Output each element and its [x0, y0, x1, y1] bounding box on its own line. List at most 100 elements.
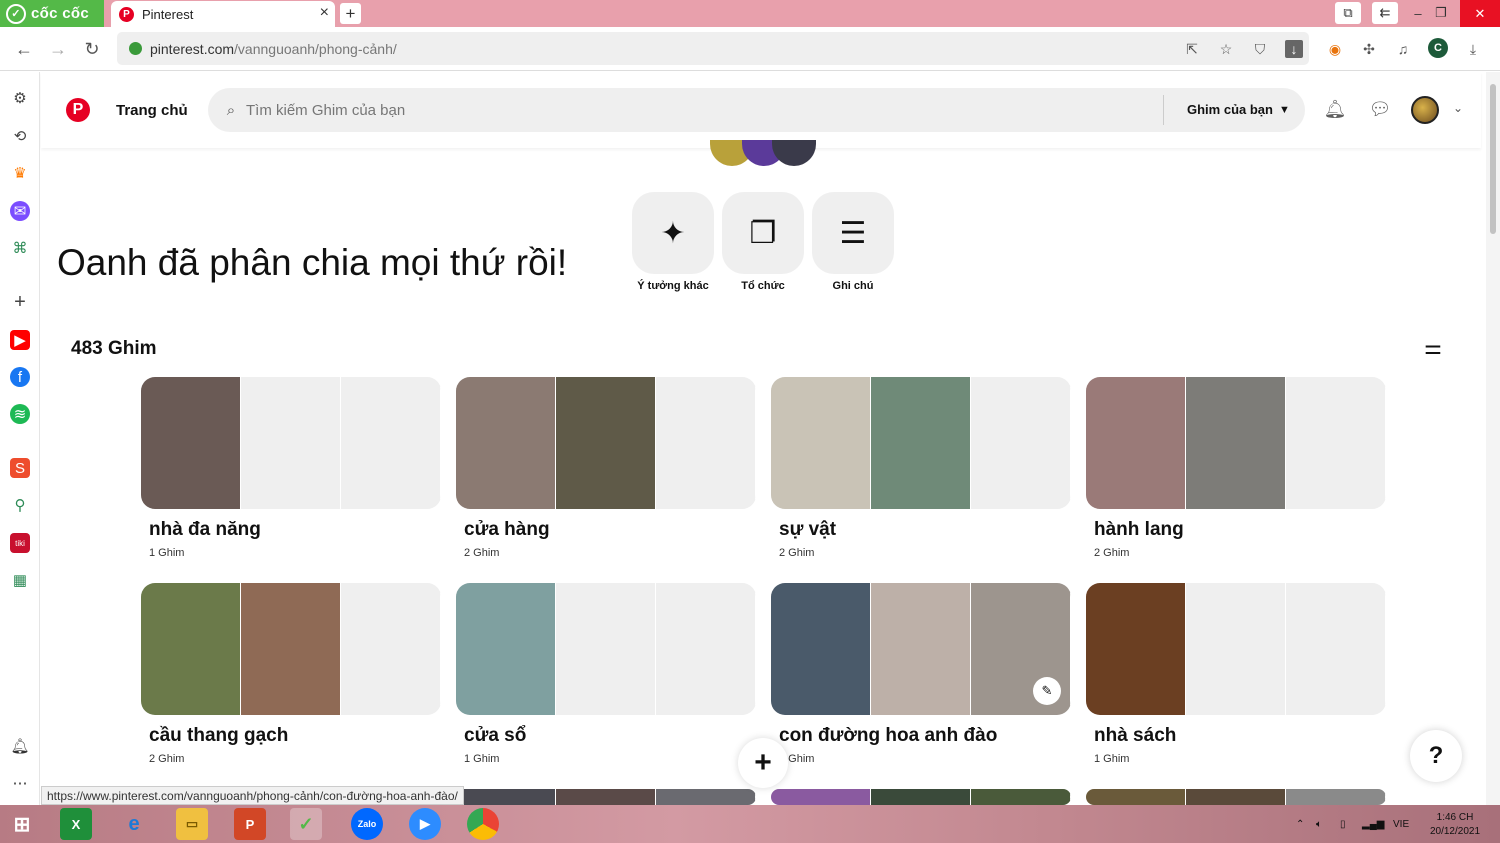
- edge-app-icon[interactable]: e: [118, 808, 150, 840]
- tab-title: Pinterest: [142, 6, 194, 22]
- section-card[interactable]: [771, 789, 1071, 805]
- home-link[interactable]: Trang chủ: [116, 102, 188, 119]
- section-card[interactable]: cửa sổ 1 Ghim: [456, 583, 756, 765]
- extension-coccoc-icon[interactable]: ◉: [1324, 38, 1346, 60]
- clock-time: 1:46 CH: [1436, 812, 1474, 823]
- downloads-icon[interactable]: ⤓: [1462, 38, 1484, 60]
- section-pin-count: 1 Ghim: [1094, 753, 1130, 765]
- excel-app-icon[interactable]: X: [60, 808, 92, 840]
- input-language[interactable]: VIE: [1393, 819, 1409, 830]
- user-avatar[interactable]: [1411, 96, 1439, 124]
- add-sidebar-item-icon[interactable]: +: [10, 291, 30, 313]
- volume-icon[interactable]: 🔈︎: [1316, 819, 1322, 830]
- battery-icon[interactable]: ▯: [1340, 819, 1346, 830]
- status-bar-url: https://www.pinterest.com/vannguoanh/pho…: [41, 786, 464, 805]
- section-card[interactable]: nhà đa năng 1 Ghim: [141, 377, 441, 559]
- notes-icon: ☰: [812, 192, 894, 274]
- address-bar[interactable]: pinterest.com/vannguoanh/phong-cảnh/ ⇱ ☆…: [117, 32, 1309, 65]
- settings-gear-icon[interactable]: ⚙: [10, 88, 30, 108]
- windows-start-icon[interactable]: ⊞: [6, 808, 38, 840]
- taskbar-clock[interactable]: 1:46 CH 20/12/2021: [1420, 811, 1490, 839]
- edit-pencil-icon[interactable]: ✎: [1033, 677, 1061, 705]
- section-pin-count: 3 Ghim: [779, 753, 815, 765]
- coccoc-app-icon[interactable]: ✓: [290, 808, 322, 840]
- cover-image: [971, 789, 1071, 805]
- search-input[interactable]: [246, 101, 1126, 119]
- section-title: nhà đa năng: [149, 519, 261, 540]
- tiki-icon[interactable]: tiki: [10, 533, 30, 553]
- cover-image: [456, 789, 556, 805]
- section-title: cửa sổ: [464, 725, 527, 746]
- cover-image: [141, 377, 241, 509]
- bookmark-star-icon[interactable]: ☆: [1217, 40, 1235, 58]
- tray-expand-icon[interactable]: ⌃: [1296, 819, 1304, 830]
- section-card[interactable]: hành lang 2 Ghim: [1086, 377, 1386, 559]
- coccoc-menu-button[interactable]: ✓ cốc cốc: [0, 0, 104, 27]
- pinterest-favicon-icon: P: [119, 6, 134, 22]
- cover-image: [456, 583, 556, 715]
- chrome-app-icon[interactable]: [467, 808, 499, 840]
- profile-avatar[interactable]: C: [1428, 38, 1448, 58]
- zalo-app-icon[interactable]: Zalo: [351, 808, 383, 840]
- shopee-icon[interactable]: S: [10, 458, 30, 478]
- section-card[interactable]: cầu thang gạch 2 Ghim: [141, 583, 441, 765]
- help-button[interactable]: ?: [1410, 730, 1462, 782]
- back-window-icon[interactable]: ⇇: [1372, 2, 1398, 24]
- file-explorer-icon[interactable]: ▭: [176, 808, 208, 840]
- cover-image: [771, 789, 871, 805]
- messenger-icon[interactable]: ✉: [10, 201, 30, 221]
- maximize-window-icon[interactable]: ❐: [1428, 2, 1454, 24]
- extensions-puzzle-icon[interactable]: ✣: [1358, 38, 1380, 60]
- tab-close-icon[interactable]: ×: [320, 4, 329, 22]
- youtube-icon[interactable]: ▶: [10, 330, 30, 350]
- screenshot-icon[interactable]: ⧉: [1335, 2, 1361, 24]
- account-chevron-down-icon[interactable]: ⌄: [1453, 101, 1463, 115]
- game-controller-icon[interactable]: ⌘: [10, 238, 30, 258]
- section-card[interactable]: sự vật 2 Ghim: [771, 377, 1071, 559]
- spotify-icon[interactable]: ≋: [10, 404, 30, 424]
- close-window-icon[interactable]: ✕: [1460, 0, 1500, 27]
- section-cover: [1086, 583, 1386, 715]
- facebook-icon[interactable]: f: [10, 367, 30, 387]
- collaborator-avatar: [772, 140, 816, 166]
- forward-arrow-icon[interactable]: →: [46, 37, 70, 61]
- section-card[interactable]: nhà sách 1 Ghim: [1086, 583, 1386, 765]
- messages-icon[interactable]: 💬︎: [1368, 97, 1392, 121]
- scrollbar-thumb[interactable]: [1490, 84, 1496, 234]
- notes-button[interactable]: ☰ Ghi chú: [812, 192, 894, 292]
- more-options-icon[interactable]: ⋯: [10, 773, 30, 793]
- section-card[interactable]: [1086, 789, 1386, 805]
- spreadsheet-icon[interactable]: ▦: [10, 570, 30, 590]
- page-scrollbar[interactable]: [1486, 72, 1500, 805]
- share-icon[interactable]: ⇱: [1183, 40, 1201, 58]
- section-card[interactable]: ✎ con đường hoa anh đào 3 Ghim: [771, 583, 1071, 765]
- organize-button[interactable]: ❐ Tổ chức: [722, 192, 804, 292]
- crown-icon[interactable]: ♛: [10, 163, 30, 183]
- filter-settings-icon[interactable]: ⚌: [1420, 334, 1446, 360]
- section-card[interactable]: cửa hàng 2 Ghim: [456, 377, 756, 559]
- section-cover: [141, 377, 441, 509]
- url-path: /vannguoanh/phong-cảnh/: [234, 40, 397, 57]
- zoom-app-icon[interactable]: ▶: [409, 808, 441, 840]
- search-bar[interactable]: ⌕ Ghim của bạn ▼: [208, 88, 1305, 132]
- more-ideas-button[interactable]: ✦ Ý tưởng khác: [632, 192, 714, 292]
- back-arrow-icon[interactable]: ←: [12, 37, 36, 61]
- notifications-bell-icon[interactable]: 🔔︎: [1323, 97, 1347, 121]
- download-page-icon[interactable]: ↓: [1285, 40, 1303, 58]
- section-card[interactable]: [456, 789, 756, 805]
- reload-icon[interactable]: ↻: [80, 37, 104, 61]
- map-pin-icon[interactable]: ⚲: [10, 495, 30, 515]
- notification-bell-icon[interactable]: 🔔︎: [10, 736, 30, 756]
- history-icon[interactable]: ⟲: [10, 126, 30, 146]
- powerpoint-app-icon[interactable]: P: [234, 808, 266, 840]
- pinterest-logo-icon[interactable]: P: [66, 98, 90, 122]
- add-pin-button[interactable]: +: [738, 738, 788, 788]
- network-icon[interactable]: ▂▄▆: [1362, 819, 1384, 830]
- shield-icon[interactable]: ⛉: [1251, 40, 1269, 58]
- collaborator-avatars[interactable]: [710, 140, 820, 166]
- browser-tab-pinterest[interactable]: P Pinterest ×: [111, 1, 335, 27]
- playlist-icon[interactable]: ♫: [1392, 38, 1414, 60]
- cover-image: [1186, 789, 1286, 805]
- search-scope-dropdown[interactable]: Ghim của bạn ▼: [1187, 102, 1290, 117]
- new-tab-button[interactable]: +: [340, 3, 361, 24]
